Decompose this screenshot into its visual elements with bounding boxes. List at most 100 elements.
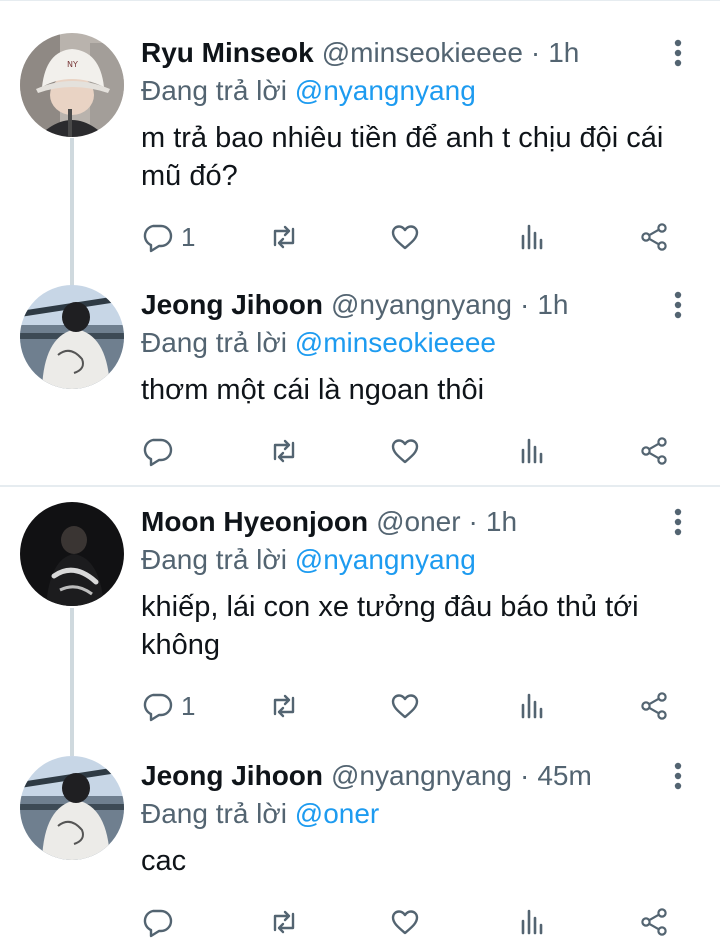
reply-button[interactable]: 1 [141,688,195,724]
replying-to-label: Đang trả lời [141,544,287,575]
like-icon [391,694,419,719]
share-icon [641,692,667,720]
share-button[interactable] [638,219,670,255]
timestamp[interactable]: 1h [548,37,579,69]
avatar[interactable] [20,756,124,860]
reply-button[interactable] [141,904,181,940]
tweet-header: Moon Hyeonjoon @oner · 1h [141,502,517,542]
thread-connector [70,138,74,288]
tweet-actions: 1 [141,219,681,255]
reply-button[interactable]: 1 [141,219,195,255]
stats-icon [521,438,543,464]
tweet-text: m trả bao nhiêu tiền để anh t chịu đội c… [141,122,664,192]
reply-icon [143,909,173,938]
stats-button[interactable] [516,433,548,469]
svg-text:NY: NY [67,60,78,69]
separator-dot: · [520,760,530,791]
avatar[interactable]: NY [20,33,124,137]
more-vertical-icon [674,291,682,319]
avatar[interactable] [20,502,124,606]
retweet-icon [273,910,295,934]
tweet-text: cac [141,845,187,877]
share-button[interactable] [638,688,670,724]
share-icon [641,437,667,465]
mention-link[interactable]: @minseokieeee [295,327,496,358]
tweet-actions: 1 [141,688,681,724]
user-handle[interactable]: @nyangnyang [331,289,512,321]
reply-icon [143,438,173,467]
more-vertical-icon [674,762,682,790]
separator-dot: · [520,289,530,320]
tweet-header: Jeong Jihoon @nyangnyang · 45m [141,756,592,796]
share-icon [641,908,667,936]
like-icon [391,910,419,935]
like-button[interactable] [389,904,421,940]
user-handle[interactable]: @nyangnyang [331,760,512,792]
avatar-image [20,502,124,606]
retweet-button[interactable] [268,219,300,255]
tweet-actions [141,904,681,940]
tweet-header: Ryu Minseok @minseokieeee · 1h [141,33,579,73]
like-button[interactable] [389,433,421,469]
separator-dot: · [468,506,478,537]
like-button[interactable] [389,219,421,255]
retweet-icon [273,694,295,718]
stats-icon [521,909,543,935]
avatar-image [20,756,124,860]
more-options-button[interactable] [664,287,692,323]
conversation-divider [0,485,720,487]
like-button[interactable] [389,688,421,724]
display-name[interactable]: Ryu Minseok [141,37,314,69]
retweet-icon [273,225,295,249]
more-options-button[interactable] [664,35,692,71]
retweet-button[interactable] [268,433,300,469]
tweet-text: thơm một cái là ngoan thôi [141,374,485,406]
replying-to-label: Đang trả lời [141,75,287,106]
reply-count: 1 [181,221,196,252]
reply-count: 1 [181,690,196,721]
tweet-text: khiếp, lái con xe tưởng đâu báo thủ tới … [141,591,639,661]
retweet-button[interactable] [268,688,300,724]
stats-button[interactable] [516,219,548,255]
retweet-icon [273,439,295,463]
like-icon [391,225,419,250]
retweet-button[interactable] [268,904,300,940]
replying-to: Đang trả lời @nyangnyang [141,73,476,109]
replying-to: Đang trả lời @minseokieeee [141,325,496,361]
stats-button[interactable] [516,688,548,724]
more-vertical-icon [674,508,682,536]
more-options-button[interactable] [664,504,692,540]
reply-icon [143,224,173,253]
timestamp[interactable]: 1h [486,506,517,538]
more-vertical-icon [674,39,682,67]
user-handle[interactable]: @oner [376,506,460,538]
stats-icon [521,224,543,250]
display-name[interactable]: Moon Hyeonjoon [141,506,368,538]
avatar-image [20,285,124,389]
avatar-image: NY [20,33,124,137]
separator-dot: · [530,37,541,68]
mention-link[interactable]: @nyangnyang [295,75,476,106]
timestamp[interactable]: 45m [537,760,591,792]
top-divider [0,0,720,4]
mention-link[interactable]: @oner [295,798,379,829]
replying-to-label: Đang trả lời [141,327,287,358]
display-name[interactable]: Jeong Jihoon [141,760,323,792]
reply-button[interactable] [141,433,181,469]
avatar[interactable] [20,285,124,389]
thread-connector [70,608,74,756]
user-handle[interactable]: @minseokieeee [322,37,523,69]
replying-to: Đang trả lời @nyangnyang [141,542,476,578]
timestamp[interactable]: 1h [537,289,568,321]
replying-to: Đang trả lời @oner [141,796,379,832]
mention-link[interactable]: @nyangnyang [295,544,476,575]
display-name[interactable]: Jeong Jihoon [141,289,323,321]
stats-button[interactable] [516,904,548,940]
reply-icon [143,693,173,722]
share-button[interactable] [638,433,670,469]
share-icon [641,223,667,251]
like-icon [391,439,419,464]
more-options-button[interactable] [664,758,692,794]
share-button[interactable] [638,904,670,940]
stats-icon [521,693,543,719]
